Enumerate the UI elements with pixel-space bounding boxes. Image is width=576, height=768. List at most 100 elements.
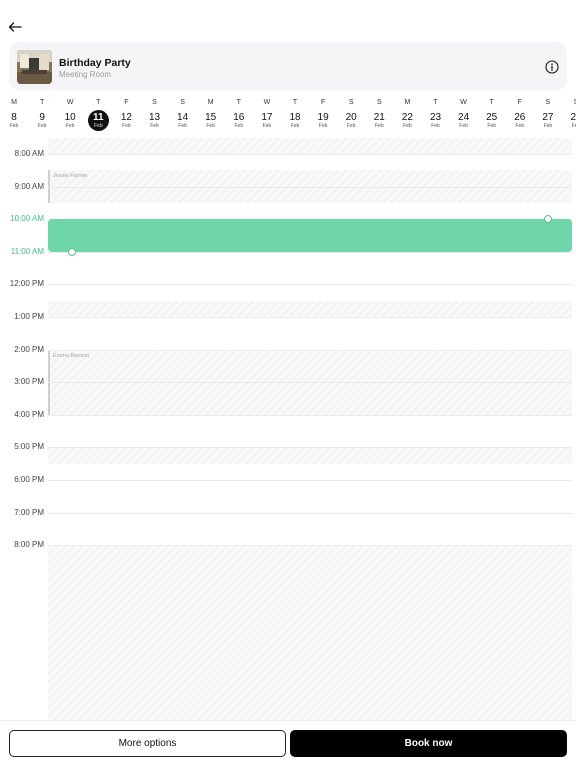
hour-gridline <box>48 251 572 253</box>
date-weekday: S <box>180 99 185 106</box>
date-month: Feb <box>290 122 300 129</box>
unavailable-block <box>48 138 572 154</box>
date-badge: 9 Feb <box>32 110 53 131</box>
hour-gridline <box>48 154 572 155</box>
date-item[interactable]: S 28Feb <box>565 98 576 131</box>
date-item[interactable]: T 23 Feb <box>425 98 447 131</box>
hour-label: 8:00 AM <box>14 149 44 158</box>
selected-booking-block[interactable] <box>48 215 572 256</box>
date-item[interactable]: S 27 Feb <box>537 98 559 131</box>
date-day: 9 <box>39 111 45 123</box>
date-weekday: F <box>320 99 326 106</box>
date-day: 18 <box>289 111 301 123</box>
date-badge: 12 Feb <box>116 110 137 131</box>
date-month: Feb <box>515 122 525 129</box>
date-month: Feb <box>37 122 47 129</box>
date-day: 13 <box>148 111 161 123</box>
hour-label: 6:00 PM <box>14 475 44 484</box>
date-day: 19 <box>317 111 329 123</box>
booking-end-handle[interactable] <box>68 247 76 256</box>
date-day: 8 <box>11 111 17 123</box>
date-badge: 15 Feb <box>200 110 221 131</box>
date-weekday: W <box>263 99 271 106</box>
hour-gridline <box>48 382 572 384</box>
info-button[interactable] <box>545 60 559 74</box>
date-item[interactable]: W 17 Feb <box>256 98 278 131</box>
hour-label: 7:00 PM <box>14 507 44 517</box>
hour-label: 3:00 PM <box>14 377 44 387</box>
date-day: 15 <box>205 111 217 123</box>
date-month: Feb <box>178 122 187 129</box>
date-item[interactable]: T 9 Feb <box>31 98 53 131</box>
date-item[interactable]: F 12 Feb <box>115 98 137 131</box>
date-day: 17 <box>261 111 273 123</box>
date-month: Feb <box>543 122 553 129</box>
date-month: Feb <box>403 122 412 129</box>
date-badge: 13 Feb <box>144 110 165 131</box>
date-weekday: T <box>433 99 438 106</box>
date-badge: 27 Feb <box>537 110 558 131</box>
date-weekday: T <box>96 99 101 106</box>
date-item[interactable]: M 8 Feb <box>3 98 25 131</box>
date-weekday: T <box>236 99 241 106</box>
date-item[interactable]: S 14 Feb <box>172 98 194 131</box>
date-item[interactable]: W 10 Feb <box>59 98 81 131</box>
unavailable-block <box>48 447 572 464</box>
hour-label: 4:00 PM <box>14 409 44 419</box>
date-badge: 14 Feb <box>172 110 193 131</box>
date-item[interactable]: F 26 Feb <box>509 98 531 131</box>
hour-label: 10:00 AM <box>10 214 44 224</box>
date-month: Feb <box>431 122 440 129</box>
date-weekday: S <box>573 99 576 106</box>
date-day: 16 <box>233 111 245 123</box>
date-month: Feb <box>206 122 215 129</box>
date-month: Feb <box>459 122 468 129</box>
date-month: Feb <box>262 122 272 129</box>
hour-gridline <box>48 414 572 416</box>
date-item[interactable]: F 19 Feb <box>312 98 334 131</box>
date-item[interactable]: W 24 Feb <box>453 98 475 131</box>
date-item[interactable]: T 25 Feb <box>481 98 503 131</box>
hour-gridline <box>48 317 572 318</box>
date-month: Feb <box>9 122 19 129</box>
date-day: 14 <box>177 111 189 123</box>
date-item[interactable]: T 16 Feb <box>228 98 250 131</box>
room-card: Birthday Party Meeting Room <box>9 42 567 90</box>
date-item[interactable]: M 15 Feb <box>200 98 222 131</box>
unavailable-block-owner: Emma Benson <box>53 352 90 359</box>
date-day: 28 <box>570 111 576 123</box>
book-now-button[interactable]: Book now <box>290 730 567 757</box>
date-badge: 26 Feb <box>509 110 530 131</box>
date-month: Feb <box>150 122 159 129</box>
date-badge: 24 Feb <box>453 110 474 131</box>
date-weekday: F <box>124 99 129 106</box>
action-footer: More options Book now <box>0 720 576 768</box>
date-item[interactable]: T 11 Feb <box>87 98 109 131</box>
date-weekday: F <box>517 99 522 106</box>
date-weekday: M <box>207 99 214 106</box>
unavailable-block <box>48 545 572 720</box>
hour-label: 8:00 PM <box>14 540 44 550</box>
date-day: 24 <box>458 111 470 123</box>
date-item[interactable]: S 21 Feb <box>368 98 390 131</box>
date-item[interactable]: T 18 Feb <box>284 98 306 131</box>
date-day: 20 <box>345 111 357 123</box>
booking-start-handle[interactable] <box>544 215 552 224</box>
date-item[interactable]: S 20 Feb <box>340 98 362 131</box>
date-item[interactable]: M 22 Feb <box>396 98 418 131</box>
hour-label: 11:00 AM <box>10 246 44 256</box>
hour-gridline <box>48 447 572 449</box>
date-item[interactable]: S 13 Feb <box>144 98 166 131</box>
date-weekday: M <box>404 99 411 106</box>
hour-label: 9:00 AM <box>14 181 44 191</box>
date-day: 22 <box>401 111 413 123</box>
date-month: Feb <box>234 122 244 129</box>
room-title: Birthday Party <box>59 57 131 69</box>
date-weekday: S <box>348 99 354 106</box>
date-weekday: S <box>376 99 382 106</box>
date-weekday: W <box>460 99 467 106</box>
back-button[interactable] <box>6 18 24 36</box>
unavailable-block-owner: Jessie Farrow <box>53 173 88 180</box>
hour-gridline <box>48 349 572 351</box>
more-options-button[interactable]: More options <box>9 730 286 757</box>
